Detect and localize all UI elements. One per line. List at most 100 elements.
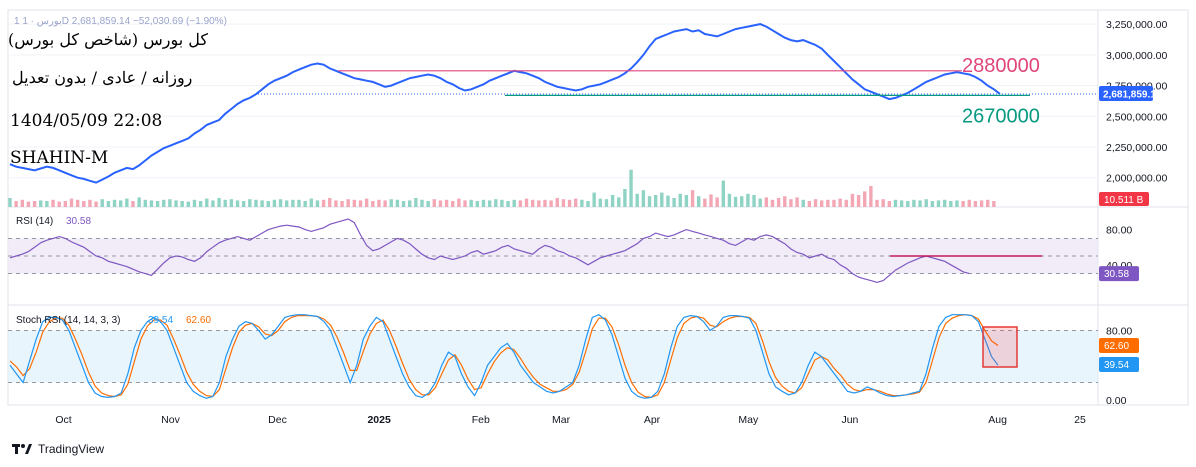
volume-bar (131, 201, 135, 207)
stoch-k-badge-value: 39.54 (1104, 360, 1129, 371)
volume-bar (364, 198, 369, 207)
time-tick-label: Jun (841, 414, 858, 426)
author-label: SHAHIN-M (10, 148, 109, 168)
volume-bar (660, 192, 664, 207)
volume-bar (617, 197, 621, 207)
volume-bar (112, 199, 117, 207)
time-tick-label: May (738, 414, 759, 426)
volume-bar (733, 196, 738, 207)
resistance-level-label: 2880000 (962, 55, 1040, 77)
volume-bar (512, 199, 516, 207)
volume-bar (961, 201, 965, 207)
volume-bar (426, 201, 430, 207)
time-tick-label: 25 (1074, 414, 1086, 426)
volume-bar (979, 200, 984, 207)
volume-bar (260, 200, 264, 207)
volume-bar (764, 197, 769, 207)
volume-bar (746, 193, 750, 207)
volume-bar (291, 199, 295, 207)
volume-bar (334, 200, 338, 207)
volume-bar (94, 201, 98, 207)
volume-bar (850, 193, 855, 207)
volume-bar (395, 199, 400, 207)
volume-bar (629, 169, 633, 207)
rsi-badge-value: 30.58 (1104, 269, 1129, 280)
chart-title: (کل بورس (شاخص کل بورس (8, 30, 209, 49)
volume-bar (863, 191, 867, 207)
price-tick-label: 2,250,000.00 (1106, 142, 1167, 154)
time-tick-label: Dec (268, 414, 287, 426)
volume-bar (383, 200, 387, 207)
volume-bar (125, 198, 129, 207)
tradingview-branding[interactable]: TradingView (12, 442, 104, 456)
volume-bar (26, 201, 31, 207)
volume-bar (530, 199, 535, 207)
volume-bar (88, 199, 92, 207)
volume-bar (303, 201, 307, 207)
stoch-title: Stoch RSI (14, 14, 3, 3) (16, 315, 121, 326)
price-tick-label: 2,000,000.00 (1106, 173, 1167, 185)
time-tick-label: Apr (644, 414, 661, 426)
volume-bar (875, 199, 879, 207)
price-tick-label: 3,250,000.00 (1106, 19, 1167, 31)
stoch-d-badge-value: 62.60 (1104, 341, 1129, 352)
volume-bar (69, 198, 74, 207)
volume-bar (162, 199, 166, 207)
volume-bar (721, 180, 725, 207)
volume-bar (75, 199, 80, 207)
volume-bar (469, 199, 473, 207)
volume-bar (389, 199, 393, 207)
volume-bar (377, 199, 381, 207)
volume-bar (986, 199, 990, 207)
volume-bar (266, 201, 270, 207)
volume-bar (598, 198, 603, 207)
time-tick-label: 2025 (367, 414, 391, 426)
volume-bar (653, 195, 658, 207)
volume-bar (168, 199, 172, 207)
volume-bar (604, 199, 609, 207)
volume-bar (321, 199, 326, 207)
volume-bar (192, 199, 197, 207)
volume-bar (518, 200, 523, 207)
volume-bar (549, 200, 553, 207)
volume-badge-value: 10.511 B (1104, 195, 1144, 206)
volume-bar (690, 190, 695, 207)
volume-bar (752, 195, 756, 207)
volume-bar (783, 196, 787, 207)
volume-bar (740, 196, 744, 207)
datetime-label: 1404/05/09 22:08 (10, 111, 163, 131)
volume-bar (198, 201, 203, 207)
volume-bar (893, 199, 898, 207)
volume-bar (580, 199, 584, 207)
volume-bar (819, 200, 824, 207)
volume-bar (143, 199, 147, 207)
volume-bar (881, 199, 885, 207)
volume-bar (592, 192, 596, 207)
stoch-k-value: 39.54 (148, 315, 173, 326)
volume-bar (832, 199, 836, 207)
volume-bar (838, 198, 842, 207)
time-tick-label: Oct (55, 414, 71, 426)
price-tick-label: 2,500,000.00 (1106, 111, 1167, 123)
volume-bar (537, 200, 541, 207)
volume-bar (285, 200, 289, 207)
volume-bar (801, 199, 805, 207)
volume-bar (666, 195, 670, 207)
volume-bar (401, 201, 406, 207)
last-price-value: 2,681,859.14 (1103, 89, 1162, 100)
volume-bar (967, 199, 971, 207)
volume-bar (229, 199, 234, 207)
volume-bar (844, 199, 848, 207)
stoch-highlight-box (982, 326, 1018, 368)
support-level-label: 2670000 (962, 105, 1040, 127)
volume-bar (82, 201, 86, 207)
volume-bar (906, 201, 910, 207)
rsi-tick-label: 80.00 (1106, 225, 1132, 237)
volume-bar (949, 201, 953, 207)
volume-bar (918, 200, 922, 207)
volume-bar (936, 200, 941, 207)
volume-bar (63, 201, 68, 207)
rsi-value: 30.58 (66, 216, 91, 227)
chart-subtitle: روزانه / عادی / بدون تعدیل (12, 68, 193, 87)
volume-bar (807, 201, 812, 207)
